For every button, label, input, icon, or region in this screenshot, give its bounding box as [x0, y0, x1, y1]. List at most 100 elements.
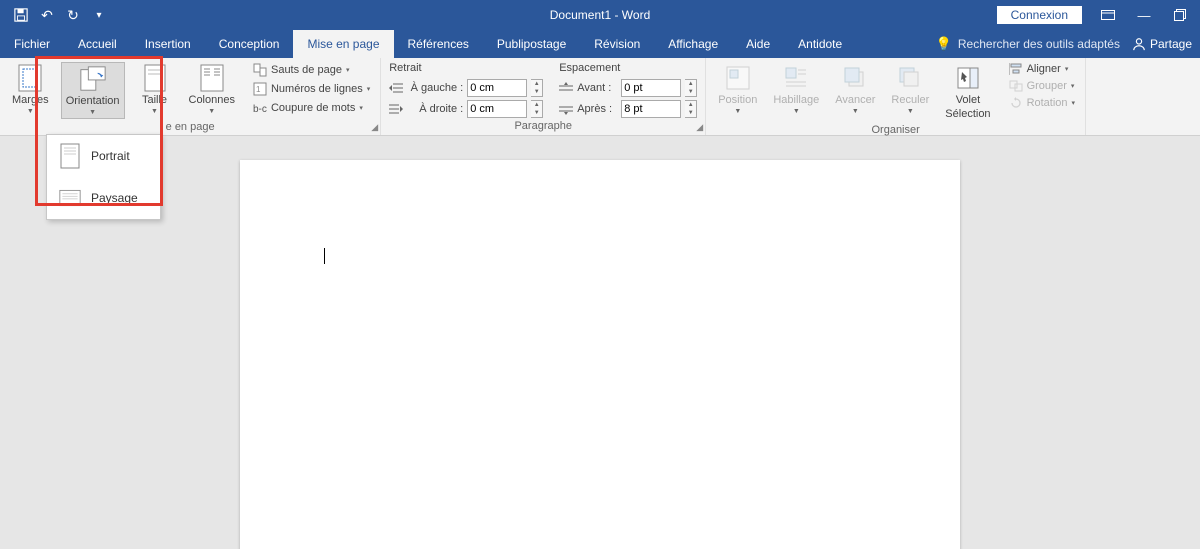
habillage-icon — [782, 64, 810, 92]
document-area — [0, 136, 1200, 549]
chevron-down-icon: ▼ — [208, 108, 215, 115]
send-backward-icon — [896, 64, 924, 92]
dialog-launcher-icon[interactable]: ◢ — [371, 122, 378, 133]
espacement-avant-row: Avant : ▲▼ — [559, 79, 697, 97]
tab-antidote[interactable]: Antidote — [784, 30, 856, 58]
space-before-icon — [559, 82, 573, 94]
position-icon — [724, 64, 752, 92]
rotate-icon — [1009, 97, 1023, 109]
orientation-portrait-item[interactable]: Portrait — [47, 135, 160, 177]
breaks-icon — [253, 63, 267, 77]
orientation-paysage-item[interactable]: Paysage — [47, 177, 160, 219]
retrait-droite-row: À droite : ▲▼ — [389, 100, 543, 118]
tab-insertion[interactable]: Insertion — [131, 30, 205, 58]
orientation-dropdown: Portrait Paysage — [46, 134, 161, 220]
title-bar: ↶ ↻ ▾ Document1 - Word Connexion — — [0, 0, 1200, 30]
tell-me-text: Rechercher des outils adaptés — [958, 37, 1120, 51]
group-organiser: Position ▼ Habillage ▼ Avancer ▼ Reculer… — [706, 58, 1086, 135]
taille-icon — [141, 64, 169, 92]
volet-selection-button[interactable]: Volet Sélection — [941, 62, 994, 122]
chevron-down-icon: ▼ — [27, 108, 34, 115]
line-numbers-icon: 1 — [253, 82, 267, 96]
chevron-down-icon: ▾ — [359, 104, 363, 112]
window-title: Document1 - Word — [550, 8, 650, 22]
portrait-icon — [59, 143, 81, 169]
maximize-icon[interactable] — [1170, 5, 1190, 25]
tell-me-search[interactable]: 💡 Rechercher des outils adaptés — [936, 36, 1120, 52]
chevron-down-icon: ▾ — [367, 85, 371, 93]
redo-icon[interactable]: ↻ — [64, 6, 82, 24]
retrait-heading: Retrait — [389, 62, 543, 74]
colonnes-icon — [198, 64, 226, 92]
align-icon — [1009, 63, 1023, 75]
aligner-button[interactable]: Aligner ▾ — [1007, 62, 1078, 76]
espacement-avant-input[interactable] — [621, 79, 681, 97]
spinner[interactable]: ▲▼ — [531, 100, 543, 118]
title-right-controls: Connexion — — [997, 5, 1200, 25]
espacement-heading: Espacement — [559, 62, 697, 74]
coupure-mots-button[interactable]: b‑c Coupure de mots ▾ — [251, 100, 372, 116]
retrait-droite-input[interactable] — [467, 100, 527, 118]
tab-accueil[interactable]: Accueil — [64, 30, 131, 58]
qat-customize-icon[interactable]: ▾ — [90, 6, 108, 24]
tab-conception[interactable]: Conception — [205, 30, 294, 58]
save-icon[interactable] — [12, 6, 30, 24]
svg-text:b‑c: b‑c — [253, 104, 267, 115]
retrait-gauche-input[interactable] — [467, 79, 527, 97]
paysage-label: Paysage — [91, 191, 138, 205]
tab-references[interactable]: Références — [394, 30, 483, 58]
tab-revision[interactable]: Révision — [580, 30, 654, 58]
group-icon — [1009, 80, 1023, 92]
retrait-gauche-row: À gauche : ▲▼ — [389, 79, 543, 97]
numeros-lignes-button[interactable]: 1 Numéros de lignes ▾ — [251, 81, 372, 97]
space-after-icon — [559, 103, 573, 115]
document-page[interactable] — [240, 160, 960, 549]
dialog-launcher-icon[interactable]: ◢ — [696, 122, 703, 133]
indent-left-icon — [389, 82, 403, 94]
tab-fichier[interactable]: Fichier — [0, 30, 64, 58]
sauts-de-page-button[interactable]: Sauts de page ▾ — [251, 62, 372, 78]
colonnes-button[interactable]: Colonnes ▼ — [185, 62, 239, 117]
portrait-label: Portrait — [91, 149, 130, 163]
spinner[interactable]: ▲▼ — [685, 79, 697, 97]
tab-mise-en-page[interactable]: Mise en page — [293, 30, 393, 58]
chevron-down-icon: ▾ — [346, 66, 350, 74]
group-label-mise-en-page: e en page — [8, 119, 372, 135]
svg-text:1: 1 — [256, 85, 261, 94]
chevron-down-icon: ▼ — [151, 108, 158, 115]
group-mise-en-page: Marges ▼ Orientation ▼ Taille ▼ — [0, 58, 381, 135]
espacement-apres-row: Après : ▲▼ — [559, 100, 697, 118]
selection-pane-icon — [954, 64, 982, 92]
bring-forward-icon — [841, 64, 869, 92]
ribbon-display-icon[interactable] — [1098, 5, 1118, 25]
lightbulb-icon: 💡 — [936, 36, 952, 52]
position-button: Position ▼ — [714, 62, 761, 117]
taille-button[interactable]: Taille ▼ — [133, 62, 177, 117]
share-button[interactable]: Partage — [1132, 37, 1192, 51]
text-cursor — [324, 248, 325, 264]
person-icon — [1132, 37, 1146, 51]
hyphenation-icon: b‑c — [253, 101, 267, 115]
orientation-icon — [79, 65, 107, 93]
connexion-button[interactable]: Connexion — [997, 6, 1082, 24]
share-label: Partage — [1150, 37, 1192, 51]
indent-right-icon — [389, 103, 403, 115]
reculer-button: Reculer ▼ — [887, 62, 933, 117]
tab-affichage[interactable]: Affichage — [654, 30, 732, 58]
undo-icon[interactable]: ↶ — [38, 6, 56, 24]
habillage-button: Habillage ▼ — [769, 62, 823, 117]
spinner[interactable]: ▲▼ — [685, 100, 697, 118]
marges-icon — [16, 64, 44, 92]
minimize-icon[interactable]: — — [1134, 5, 1154, 25]
paysage-icon — [59, 185, 81, 211]
tab-aide[interactable]: Aide — [732, 30, 784, 58]
avancer-button: Avancer ▼ — [831, 62, 879, 117]
group-paragraphe: Retrait À gauche : ▲▼ À droite : ▲▼ Espa… — [381, 58, 706, 135]
spinner[interactable]: ▲▼ — [531, 79, 543, 97]
tab-publipostage[interactable]: Publipostage — [483, 30, 580, 58]
tabs-bar: Fichier Accueil Insertion Conception Mis… — [0, 30, 1200, 58]
quick-access-toolbar: ↶ ↻ ▾ — [0, 6, 108, 24]
orientation-button[interactable]: Orientation ▼ — [61, 62, 125, 119]
marges-button[interactable]: Marges ▼ — [8, 62, 53, 117]
espacement-apres-input[interactable] — [621, 100, 681, 118]
